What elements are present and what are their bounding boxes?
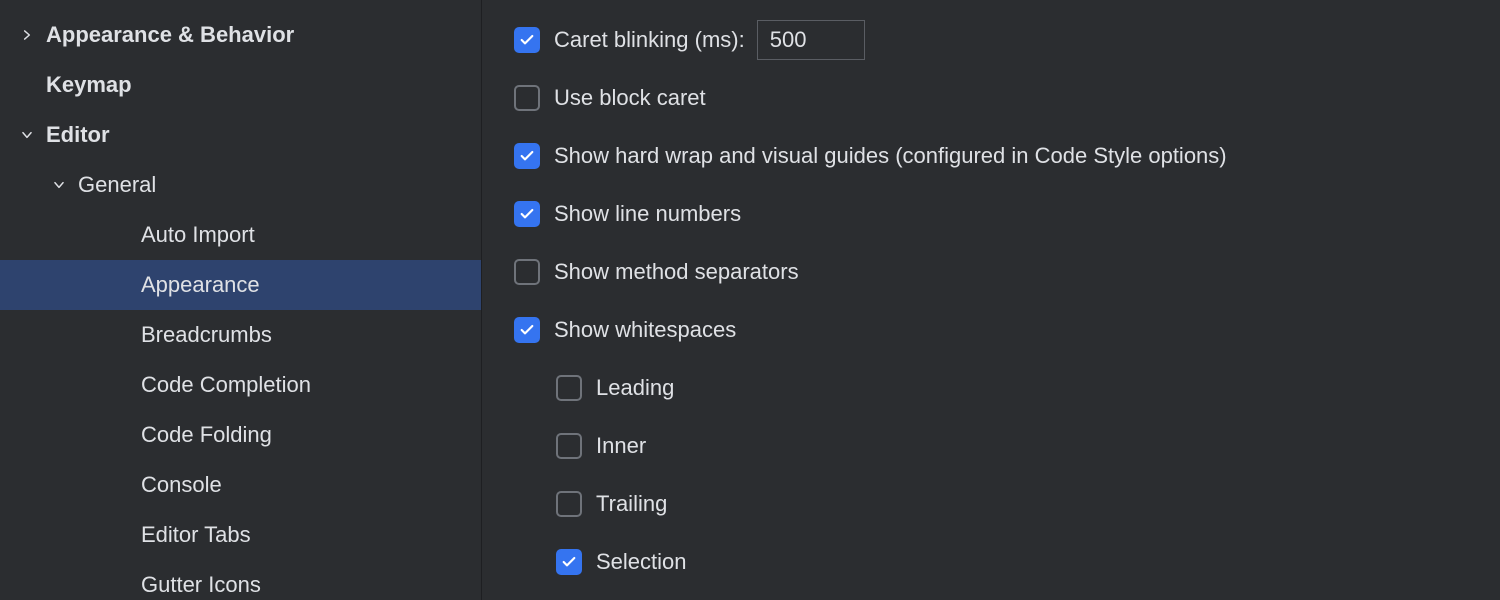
caret-blinking-input[interactable] xyxy=(757,20,865,60)
tree-item-label: Keymap xyxy=(46,72,132,98)
setting-row-caret-blinking: Caret blinking (ms): xyxy=(514,20,1470,60)
tree-item-gutter-icons[interactable]: Gutter Icons xyxy=(0,560,481,600)
tree-item-keymap[interactable]: Keymap xyxy=(0,60,481,110)
tree-item-label: Breadcrumbs xyxy=(141,322,272,348)
setting-label: Use block caret xyxy=(554,85,706,111)
tree-item-label: Code Completion xyxy=(141,372,311,398)
tree-item-label: Appearance xyxy=(141,272,260,298)
setting-label: Show hard wrap and visual guides (config… xyxy=(554,143,1227,169)
setting-label: Leading xyxy=(596,375,674,401)
tree-item-label: Code Folding xyxy=(141,422,272,448)
checkbox-show-hard-wrap[interactable] xyxy=(514,143,540,169)
setting-row-ws-leading: Leading xyxy=(556,368,1470,408)
tree-item-label: Console xyxy=(141,472,222,498)
tree-item-label: Editor xyxy=(46,122,110,148)
tree-item-auto-import[interactable]: Auto Import xyxy=(0,210,481,260)
tree-item-label: Appearance & Behavior xyxy=(46,22,294,48)
setting-label: Selection xyxy=(596,549,687,575)
setting-row-ws-selection: Selection xyxy=(556,542,1470,582)
setting-label: Show whitespaces xyxy=(554,317,736,343)
setting-row-show-hard-wrap: Show hard wrap and visual guides (config… xyxy=(514,136,1470,176)
setting-row-ws-inner: Inner xyxy=(556,426,1470,466)
setting-label: Inner xyxy=(596,433,646,459)
setting-label: Show line numbers xyxy=(554,201,741,227)
checkbox-ws-inner[interactable] xyxy=(556,433,582,459)
settings-content: Caret blinking (ms): Use block caret Show … xyxy=(482,0,1500,600)
tree-item-label: Gutter Icons xyxy=(141,572,261,598)
tree-item-editor[interactable]: Editor xyxy=(0,110,481,160)
tree-item-appearance-behavior[interactable]: Appearance & Behavior xyxy=(0,10,481,60)
chevron-down-icon xyxy=(18,126,36,144)
checkbox-ws-leading[interactable] xyxy=(556,375,582,401)
setting-label: Trailing xyxy=(596,491,667,517)
chevron-down-icon xyxy=(50,176,68,194)
settings-tree-sidebar: Appearance & Behavior Keymap Editor General… xyxy=(0,0,482,600)
tree-item-label: Editor Tabs xyxy=(141,522,251,548)
tree-item-console[interactable]: Console xyxy=(0,460,481,510)
tree-item-code-completion[interactable]: Code Completion xyxy=(0,360,481,410)
checkbox-show-whitespaces[interactable] xyxy=(514,317,540,343)
checkbox-use-block-caret[interactable] xyxy=(514,85,540,111)
chevron-right-icon xyxy=(18,26,36,44)
setting-label: Caret blinking (ms): xyxy=(554,27,745,53)
tree-item-editor-tabs[interactable]: Editor Tabs xyxy=(0,510,481,560)
setting-row-use-block-caret: Use block caret xyxy=(514,78,1470,118)
setting-row-show-method-separators: Show method separators xyxy=(514,252,1470,292)
checkbox-caret-blinking[interactable] xyxy=(514,27,540,53)
tree-item-label: General xyxy=(78,172,156,198)
setting-row-show-line-numbers: Show line numbers xyxy=(514,194,1470,234)
tree-item-appearance[interactable]: Appearance xyxy=(0,260,481,310)
tree-item-label: Auto Import xyxy=(141,222,255,248)
tree-item-breadcrumbs[interactable]: Breadcrumbs xyxy=(0,310,481,360)
setting-label: Show method separators xyxy=(554,259,799,285)
setting-row-show-whitespaces: Show whitespaces xyxy=(514,310,1470,350)
checkbox-show-method-separators[interactable] xyxy=(514,259,540,285)
setting-row-ws-trailing: Trailing xyxy=(556,484,1470,524)
checkbox-ws-selection[interactable] xyxy=(556,549,582,575)
tree-item-code-folding[interactable]: Code Folding xyxy=(0,410,481,460)
checkbox-ws-trailing[interactable] xyxy=(556,491,582,517)
tree-item-general[interactable]: General xyxy=(0,160,481,210)
checkbox-show-line-numbers[interactable] xyxy=(514,201,540,227)
